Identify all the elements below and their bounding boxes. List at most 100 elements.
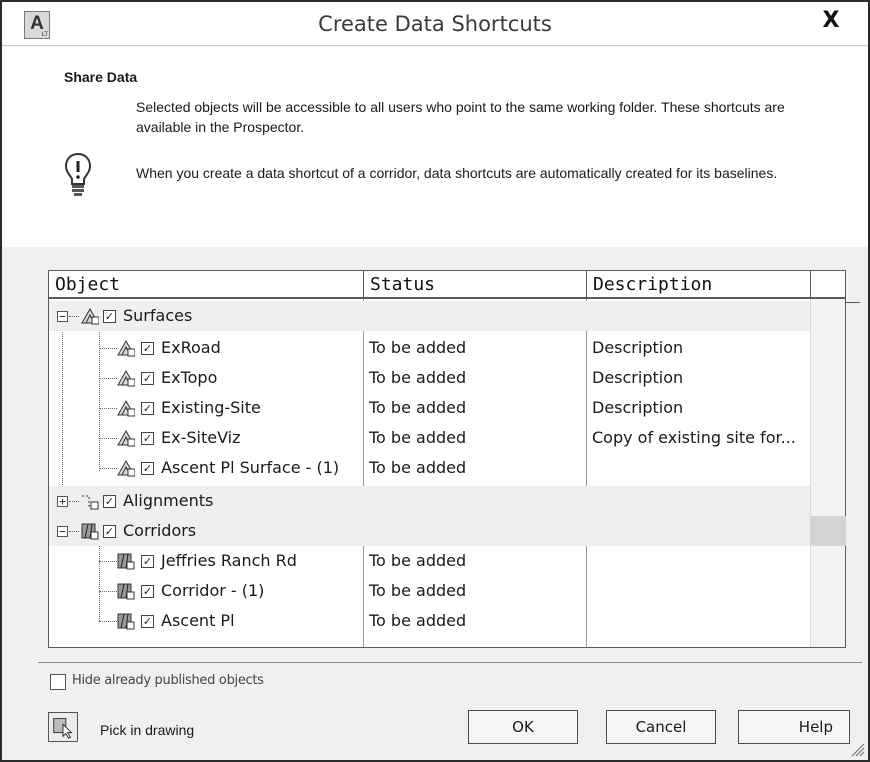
object-cell: ✓ ExTopo — [49, 363, 362, 393]
column-header-status[interactable]: Status — [364, 271, 586, 297]
dialog-title: Create Data Shortcuts — [318, 12, 552, 36]
row-label: Jeffries Ranch Rd — [161, 551, 297, 570]
tree-line — [99, 438, 117, 439]
collapse-toggle[interactable]: − — [57, 526, 68, 537]
description-cell: Description — [592, 338, 684, 357]
collapse-toggle[interactable]: − — [57, 311, 68, 322]
info-text-shared: Selected objects will be accessible to a… — [136, 99, 785, 135]
row-label: Corridors — [123, 521, 197, 540]
status-cell: To be added — [369, 428, 467, 447]
tree-row-ascent-pl[interactable]: ✓ Ascent Pl To be added — [49, 606, 810, 636]
object-cell: ✓ ExRoad — [49, 333, 362, 363]
tree-line — [99, 561, 117, 562]
description-cell — [587, 516, 810, 546]
resize-grip-icon[interactable] — [848, 740, 866, 758]
surface-icon — [117, 459, 135, 477]
alignment-icon — [82, 495, 99, 510]
status-cell: To be added — [369, 368, 467, 387]
status-cell: To be added — [369, 581, 467, 600]
column-header-description[interactable]: Description — [587, 271, 810, 297]
tree-line — [99, 378, 117, 379]
corridor-icon — [117, 613, 135, 630]
title-bar: A LT Create Data Shortcuts X — [2, 2, 868, 46]
tree-row-exroad[interactable]: ✓ ExRoad To be added Description — [49, 333, 810, 363]
ok-button[interactable]: OK — [468, 710, 578, 744]
tree-line — [99, 621, 117, 622]
surface-icon — [117, 399, 135, 417]
create-data-shortcuts-dialog: A LT Create Data Shortcuts X Share Data … — [0, 0, 870, 762]
tree-row-existing-site[interactable]: ✓ Existing-Site To be added Description — [49, 393, 810, 423]
pick-in-drawing-label[interactable]: Pick in drawing — [100, 722, 194, 738]
row-checkbox[interactable]: ✓ — [103, 525, 116, 538]
status-cell — [364, 516, 586, 546]
row-checkbox[interactable]: ✓ — [141, 585, 154, 598]
description-cell — [587, 606, 810, 636]
tree-line — [99, 348, 117, 349]
object-cell: ✓ Existing-Site — [49, 393, 362, 423]
surface-icon — [81, 307, 99, 325]
row-label: ExRoad — [161, 338, 221, 357]
row-checkbox[interactable]: ✓ — [141, 555, 154, 568]
description-cell — [587, 546, 810, 576]
pick-cursor-icon — [53, 718, 73, 739]
description-cell: Description — [592, 398, 684, 417]
separator-line — [38, 662, 862, 663]
hide-published-checkbox[interactable] — [50, 674, 66, 690]
row-label: ExTopo — [161, 368, 218, 387]
corridor-icon — [117, 553, 135, 570]
row-checkbox[interactable]: ✓ — [103, 310, 116, 323]
lightbulb-icon — [64, 152, 92, 196]
row-checkbox[interactable]: ✓ — [141, 342, 154, 355]
status-cell: To be added — [369, 551, 467, 570]
row-checkbox[interactable]: ✓ — [141, 615, 154, 628]
tree-row-ascent-pl-surface[interactable]: ✓ Ascent Pl Surface - (1) To be added — [49, 453, 810, 483]
description-cell — [587, 486, 810, 516]
tree-row-jeffries-ranch-rd[interactable]: ✓ Jeffries Ranch Rd To be added — [49, 546, 810, 576]
tree-row-alignments[interactable]: + ✓ Alignments — [49, 486, 810, 516]
tree-line — [99, 468, 117, 469]
grid-header: Object Status Description — [49, 271, 845, 299]
row-label: Existing-Site — [161, 398, 261, 417]
expand-toggle[interactable]: + — [57, 496, 68, 507]
row-label: Ascent Pl — [161, 611, 235, 630]
tree-line — [69, 531, 79, 532]
tree-line — [69, 316, 79, 317]
row-label: Corridor - (1) — [161, 581, 265, 600]
shortcuts-grid: Object Status Description − ✓ Surfaces ✓… — [48, 270, 846, 648]
surface-icon — [117, 339, 135, 357]
tree-line — [69, 501, 79, 502]
corridor-icon — [81, 523, 99, 540]
object-cell: ✓ Corridor - (1) — [49, 576, 362, 606]
share-data-heading: Share Data — [64, 69, 138, 85]
help-button[interactable]: Help — [738, 710, 850, 744]
tree-row-surfaces[interactable]: − ✓ Surfaces — [49, 301, 810, 331]
row-checkbox[interactable]: ✓ — [141, 462, 154, 475]
row-checkbox[interactable]: ✓ — [141, 372, 154, 385]
column-header-object[interactable]: Object — [49, 271, 363, 297]
cancel-button[interactable]: Cancel — [606, 710, 716, 744]
grid-scroll-area[interactable] — [810, 299, 845, 647]
description-cell — [587, 576, 810, 606]
tree-row-extopo[interactable]: ✓ ExTopo To be added Description — [49, 363, 810, 393]
status-cell: To be added — [369, 398, 467, 417]
description-cell — [587, 301, 810, 331]
row-selection-highlight — [810, 516, 846, 546]
close-button[interactable]: X — [794, 2, 868, 42]
pick-in-drawing-button[interactable] — [48, 712, 78, 742]
tree-line — [99, 591, 117, 592]
object-cell: ✓ Ex-SiteViz — [49, 423, 362, 453]
tree-row-ex-siteviz[interactable]: ✓ Ex-SiteViz To be added Copy of existin… — [49, 423, 810, 453]
header-divider[interactable] — [810, 271, 811, 297]
description-cell: Description — [592, 368, 684, 387]
object-cell: ✓ Jeffries Ranch Rd — [49, 546, 362, 576]
hide-published-label[interactable]: Hide already published objects — [72, 673, 264, 688]
row-checkbox[interactable]: ✓ — [103, 495, 116, 508]
row-checkbox[interactable]: ✓ — [141, 402, 154, 415]
row-checkbox[interactable]: ✓ — [141, 432, 154, 445]
object-cell: ✓ Ascent Pl Surface - (1) — [49, 453, 362, 483]
description-cell — [587, 453, 810, 483]
tree-row-corridor-1[interactable]: ✓ Corridor - (1) To be added — [49, 576, 810, 606]
info-panel: Share Data Selected objects will be acce… — [2, 47, 868, 247]
object-cell: ✓ Ascent Pl — [49, 606, 362, 636]
tree-row-corridors[interactable]: − ✓ Corridors — [49, 516, 846, 546]
